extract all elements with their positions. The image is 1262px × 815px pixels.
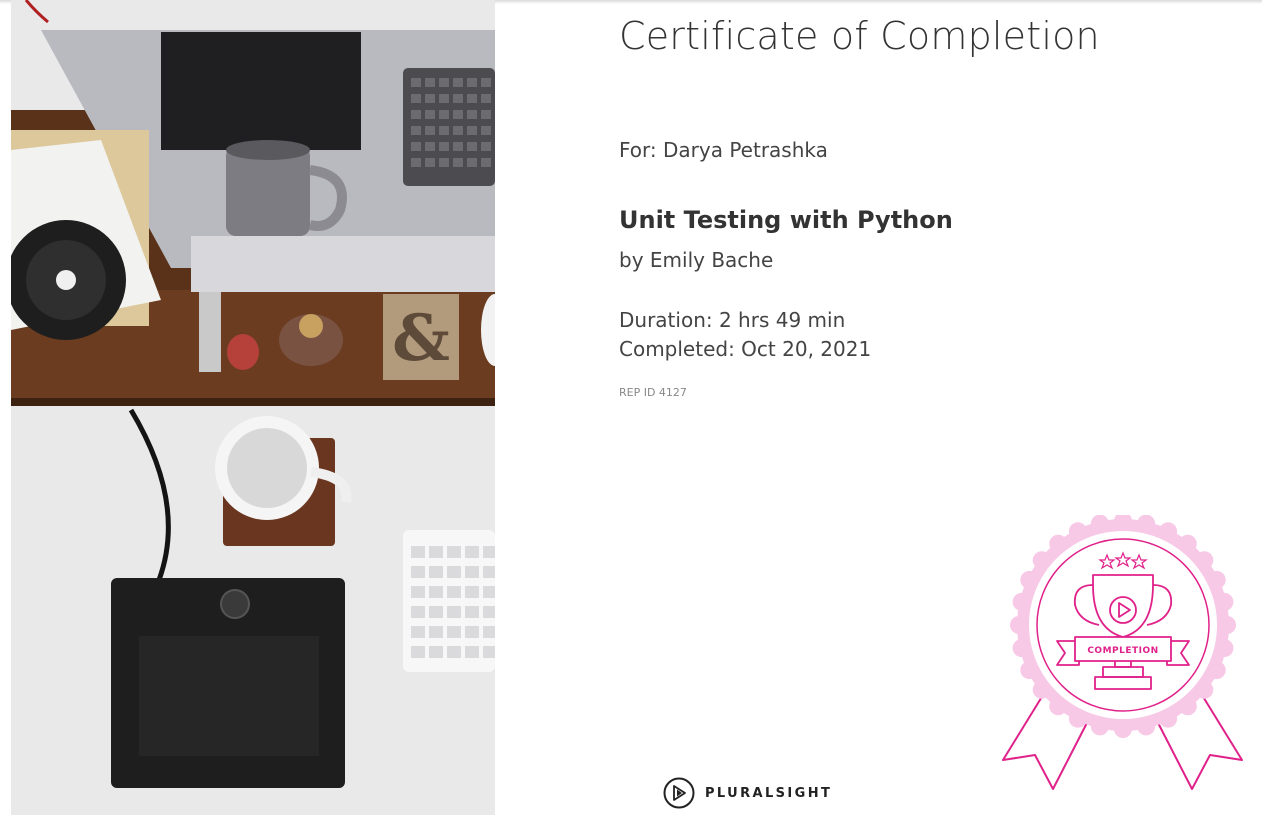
badge-scallop: [1032, 551, 1051, 570]
pluralsight-play-logo-icon: [663, 777, 695, 809]
badge-scallop: [1137, 514, 1156, 533]
recipient-line: For: Darya Petrashka: [619, 138, 828, 162]
badge-scallop: [1114, 720, 1132, 738]
completed-line: Completed: Oct 20, 2021: [619, 337, 872, 361]
badge-scallop: [1159, 522, 1178, 541]
brand: PLURALSIGHT: [663, 776, 832, 810]
badge-scallop: [1068, 522, 1087, 541]
badge-scallop: [1032, 680, 1051, 699]
badge-scallop: [1012, 639, 1031, 658]
brand-name: PLURALSIGHT: [705, 785, 833, 801]
rep-id: REP ID 4127: [619, 386, 687, 399]
badge-scallop: [1090, 717, 1109, 736]
badge-scallop: [1195, 551, 1214, 570]
duration-line: Duration: 2 hrs 49 min: [619, 308, 846, 332]
badge-scallop: [1178, 697, 1197, 716]
badge-scallop: [1020, 661, 1039, 680]
badge-scallop: [1068, 709, 1087, 728]
badge-label: COMPLETION: [1087, 646, 1158, 656]
trophy-ribbon-badge-icon: COMPLETION: [1002, 512, 1243, 790]
badge-scallop: [1012, 592, 1031, 611]
author-line: by Emily Bache: [619, 248, 774, 272]
badge-scallop: [1207, 661, 1226, 680]
badge-scallop: [1207, 570, 1226, 589]
badge-scallop: [1215, 639, 1234, 658]
badge-scallop: [1178, 534, 1197, 553]
badge-scallop: [1137, 717, 1156, 736]
badge-scallop: [1159, 709, 1178, 728]
desk-workspace-photo: &: [11, 0, 495, 815]
badge-scallop: [1195, 680, 1214, 699]
badge-scallop: [1010, 616, 1028, 634]
badge-scallop: [1049, 697, 1068, 716]
badge-scallop: [1020, 570, 1039, 589]
badge-scallop: [1090, 514, 1109, 533]
badge-scallop: [1218, 616, 1236, 634]
badge-scallop: [1215, 592, 1234, 611]
course-title: Unit Testing with Python: [619, 206, 953, 234]
svg-text:&: &: [392, 301, 450, 376]
completion-badge: COMPLETION: [995, 512, 1250, 800]
badge-scallop: [1049, 534, 1068, 553]
certificate-title: Certificate of Completion: [619, 14, 1100, 58]
